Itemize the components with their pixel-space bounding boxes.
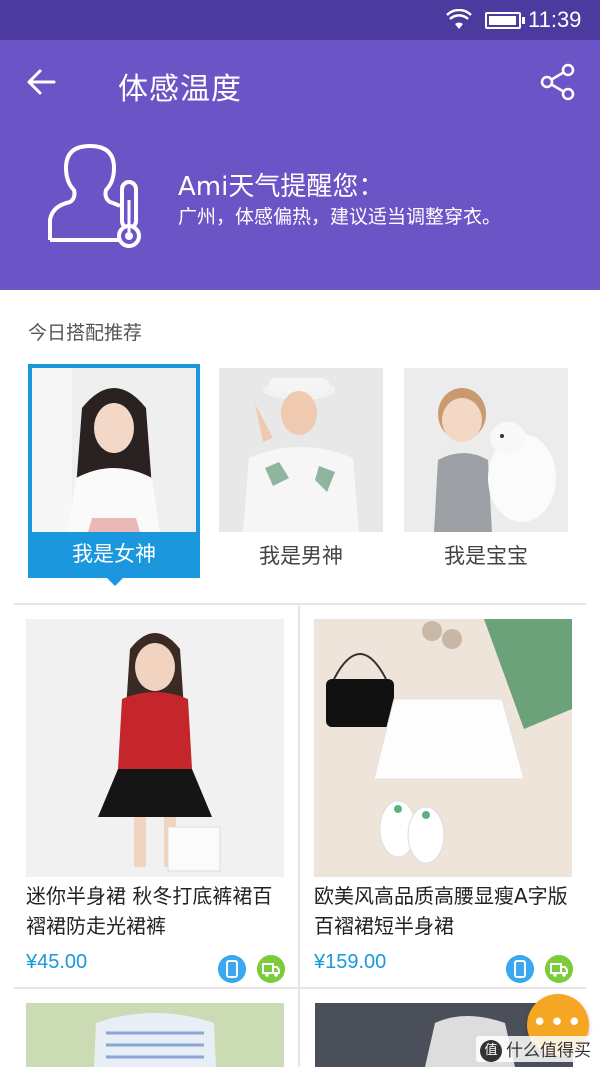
watermark-text: 什么值得买 (506, 1041, 591, 1061)
product-image[interactable] (26, 619, 284, 877)
product-name[interactable]: 欧美风高品质高腰显瘦A字版百褶裙短半身裙 (314, 881, 576, 941)
reminder-text: 广州，体感偏热，建议适当调整穿衣。 (178, 206, 502, 228)
more-dots-icon: ••• (531, 1008, 584, 1038)
category-tab-goddess[interactable]: 我是女神 (28, 364, 200, 586)
category-label: 我是女神 (72, 542, 156, 566)
category-photo (32, 368, 196, 532)
product-image-partial[interactable] (26, 1003, 284, 1067)
back-arrow-icon[interactable] (24, 64, 60, 100)
product-price: ¥45.00 (26, 951, 88, 973)
wifi-icon (446, 9, 472, 29)
category-label: 我是宝宝 (444, 544, 528, 568)
divider (14, 987, 586, 989)
person-thermometer-icon (48, 144, 141, 248)
truck-icon (545, 955, 573, 983)
product-name[interactable]: 迷你半身裙 秋冬打底裤裙百褶裙防走光裙裤 (26, 881, 288, 941)
divider (298, 605, 300, 1067)
status-time: 11:39 (528, 7, 582, 32)
section-label: 今日搭配推荐 (28, 322, 143, 344)
truck-icon (257, 955, 285, 983)
category-label: 我是男神 (259, 544, 343, 568)
category-tab-baby[interactable]: 我是宝宝 (400, 364, 572, 578)
header: 体感温度 Ami天气提醒您： 广州，体感偏热，建议适当调整穿衣。 (0, 40, 600, 290)
watermark-logo: 值 (480, 1040, 502, 1062)
product-card[interactable]: 欧美风高品质高腰显瘦A字版百褶裙短半身裙 ¥159.00 (302, 605, 586, 985)
product-card[interactable]: 迷你半身裙 秋冬打底裤裙百褶裙防走光裙裤 ¥45.00 (14, 605, 298, 985)
category-photo (404, 368, 568, 532)
watermark: 值什么值得买 (476, 1036, 595, 1062)
reminder-title: Ami天气提醒您： (178, 172, 385, 202)
category-photo (219, 368, 383, 532)
battery-icon (485, 12, 525, 29)
status-bar: 11:39 (0, 0, 600, 40)
product-price: ¥159.00 (314, 951, 387, 973)
category-tab-gentleman[interactable]: 我是男神 (215, 364, 387, 578)
product-image[interactable] (314, 619, 572, 877)
mobile-icon (506, 955, 534, 983)
page-title: 体感温度 (118, 72, 242, 107)
mobile-icon (218, 955, 246, 983)
active-pointer (107, 578, 123, 586)
share-icon[interactable] (538, 62, 578, 102)
